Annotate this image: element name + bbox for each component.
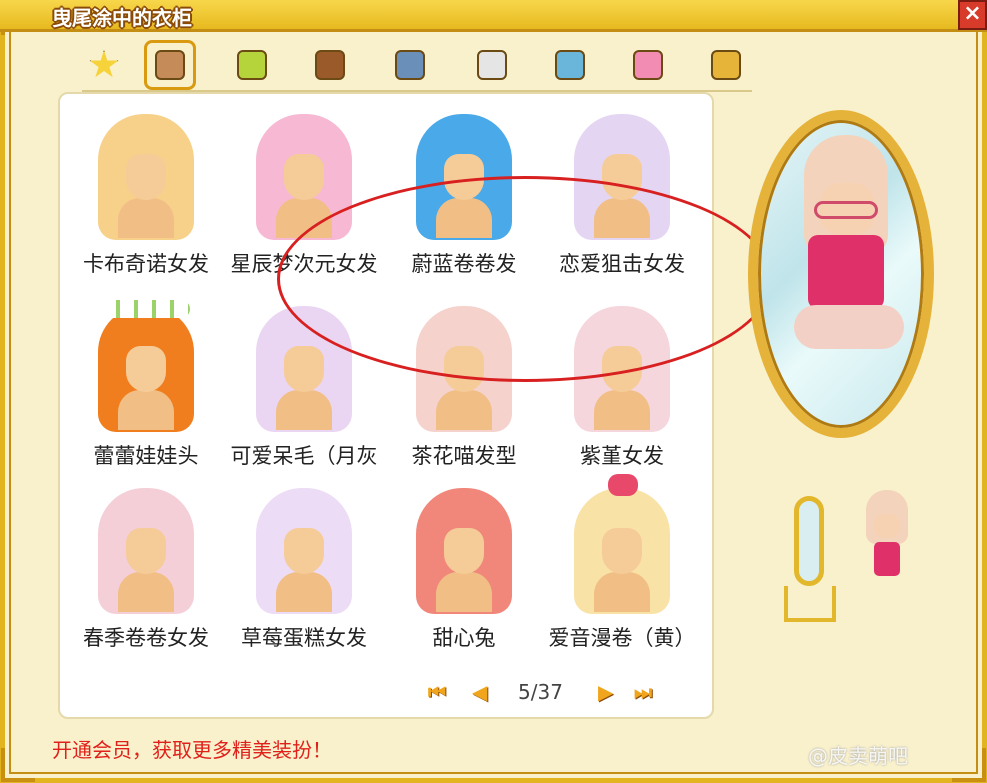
tab-suit[interactable]	[704, 44, 748, 86]
face	[444, 528, 484, 574]
hair-item-label: 草莓蛋糕女发	[241, 626, 367, 650]
hair-item[interactable]: 爱音漫卷（黄）	[544, 474, 700, 654]
neck	[276, 390, 332, 430]
hair-item[interactable]: 甜心兔	[386, 476, 542, 654]
mirror-legs	[784, 586, 836, 622]
hair-preview-icon	[94, 106, 198, 242]
tab-glasses[interactable]	[470, 44, 514, 86]
neck	[436, 390, 492, 430]
hair-preview-icon	[412, 480, 516, 616]
pants-icon	[395, 50, 425, 80]
neck	[276, 572, 332, 612]
page-indicator: 5/37	[518, 680, 563, 704]
star-icon	[89, 50, 119, 78]
avatar-legs	[794, 305, 904, 349]
hair-item-label: 蕾蕾娃娃头	[93, 444, 199, 468]
coat-icon	[315, 50, 345, 80]
neck	[594, 390, 650, 430]
mirror-glass	[794, 496, 824, 586]
red-highlight-circle	[277, 176, 773, 382]
glasses-icon	[814, 201, 878, 219]
bow-icon	[608, 474, 638, 496]
face	[126, 154, 166, 200]
last-page-button[interactable]: ⏭	[634, 680, 652, 704]
avatar-small-face	[874, 514, 900, 538]
first-page-button[interactable]: ⏮	[428, 680, 446, 704]
face	[284, 346, 324, 392]
hair-item[interactable]: 春季卷卷女发	[68, 476, 224, 654]
hair-preview-icon	[94, 480, 198, 616]
neck	[118, 572, 174, 612]
vip-promo-link[interactable]: 开通会员，获取更多精美装扮！	[52, 734, 332, 763]
selected-tab-frame	[144, 40, 196, 90]
tab-hair[interactable]	[144, 40, 196, 90]
avatar-preview	[790, 135, 910, 370]
hair-item[interactable]: 蕾蕾娃娃头	[68, 294, 224, 472]
suit-icon	[711, 50, 741, 80]
tab-bow[interactable]	[626, 44, 670, 86]
neck	[118, 198, 174, 238]
bow-icon	[633, 50, 663, 80]
tab-hat[interactable]	[548, 44, 592, 86]
category-tabs	[82, 40, 752, 92]
face	[126, 346, 166, 392]
next-page-button[interactable]: ▶	[598, 680, 613, 704]
flower-crown-icon	[102, 300, 190, 318]
tab-shirt[interactable]	[230, 44, 274, 86]
hair-preview-icon	[94, 298, 198, 434]
hair-item-label: 卡布奇诺女发	[83, 252, 209, 276]
tab-pants[interactable]	[388, 44, 432, 86]
avatar-small[interactable]	[862, 490, 912, 590]
prev-page-button[interactable]: ◀	[472, 680, 487, 704]
neck	[436, 572, 492, 612]
hat-icon	[555, 50, 585, 80]
hair-item[interactable]: 草莓蛋糕女发	[226, 476, 382, 654]
avatar-small-body	[874, 542, 900, 576]
hair-item-label: 茶花喵发型	[411, 444, 517, 468]
glasses-icon	[477, 50, 507, 80]
frame-corner	[952, 748, 986, 782]
title-bar: 曳尾涂中的衣柜	[0, 0, 987, 32]
items-panel: 卡布奇诺女发 星辰梦次元女发 蔚蓝卷卷发 恋爱狙击女发 蕾蕾娃娃头 可爱呆毛（月灰 茶花喵发…	[58, 92, 773, 719]
hair-item-label: 甜心兔	[432, 626, 496, 650]
hair-item-label: 春季卷卷女发	[83, 626, 209, 650]
close-button[interactable]: ×	[958, 0, 987, 30]
frame-corner	[1, 748, 35, 782]
neck	[118, 390, 174, 430]
window-title: 曳尾涂中的衣柜	[52, 6, 192, 30]
face	[284, 528, 324, 574]
hair-item[interactable]: 卡布奇诺女发	[68, 102, 224, 280]
tab-star[interactable]	[82, 44, 126, 86]
face	[126, 528, 166, 574]
hair-item-label: 紫堇女发	[580, 444, 664, 468]
tab-coat[interactable]	[308, 44, 352, 86]
hair-preview-icon	[570, 474, 674, 616]
hair-preview-icon	[252, 480, 356, 616]
neck	[594, 572, 650, 612]
watermark: @皮卖萌吧	[808, 744, 908, 768]
face	[602, 528, 642, 574]
standing-mirror-icon[interactable]	[784, 496, 836, 626]
face	[284, 154, 324, 200]
hair-item-label: 可爱呆毛（月灰	[230, 444, 378, 468]
shirt-icon	[237, 50, 267, 80]
hair-item-label: 爱音漫卷（黄）	[548, 626, 696, 650]
close-icon: ×	[963, 1, 982, 26]
avatar-jacket	[808, 235, 884, 309]
